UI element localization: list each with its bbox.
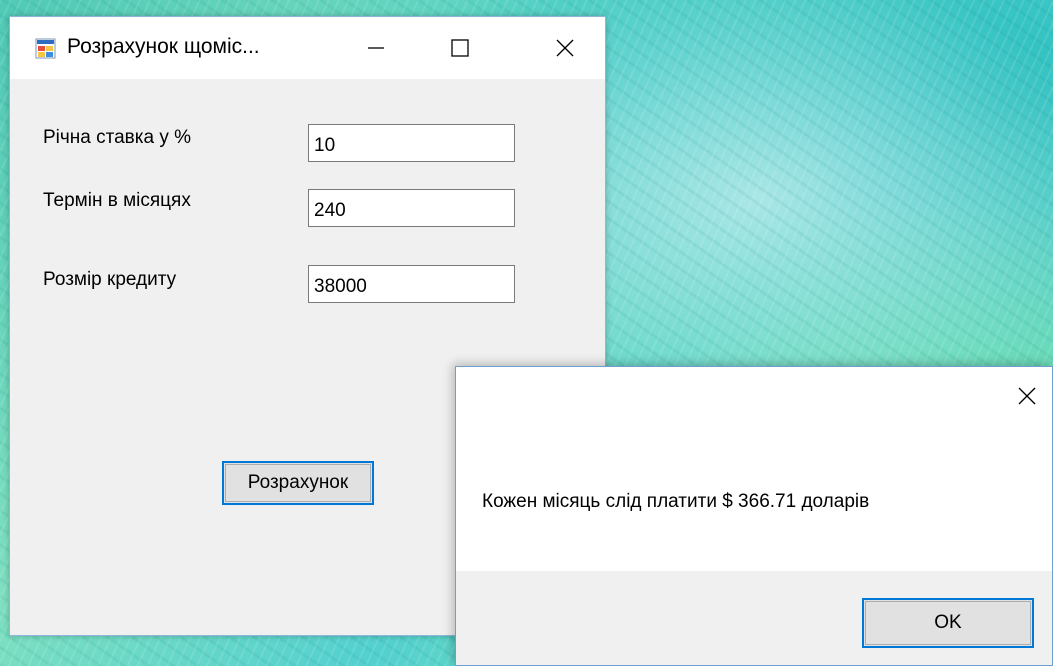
loan-amount-input[interactable]: [308, 265, 515, 303]
ok-button-label: OK: [865, 601, 1031, 645]
message-text: Кожен місяць слід платити $ 366.71 долар…: [482, 491, 870, 512]
loan-amount-label: Розмір кредиту: [43, 269, 177, 290]
message-box-close-button[interactable]: [1000, 367, 1053, 425]
message-box-footer: OK: [456, 571, 1052, 665]
title-bar[interactable]: Розрахунок щоміс...: [10, 17, 605, 79]
close-icon: [1018, 387, 1036, 405]
ok-button[interactable]: OK: [862, 598, 1034, 648]
close-icon: [556, 39, 574, 57]
minimize-icon: [368, 47, 384, 49]
app-form-icon: [35, 38, 56, 59]
minimize-button[interactable]: [346, 17, 406, 79]
annual-rate-label: Річна ставка у %: [43, 127, 192, 148]
maximize-button[interactable]: [430, 17, 490, 79]
annual-rate-input[interactable]: [308, 124, 515, 162]
calculate-button[interactable]: Розрахунок: [222, 461, 374, 505]
window-title: Розрахунок щоміс...: [67, 35, 260, 58]
calculate-button-label: Розрахунок: [225, 464, 371, 502]
maximize-icon: [451, 39, 469, 57]
close-button[interactable]: [535, 17, 595, 79]
term-months-input[interactable]: [308, 189, 515, 227]
message-box: Кожен місяць слід платити $ 366.71 долар…: [455, 366, 1053, 666]
term-months-label: Термін в місяцях: [43, 190, 191, 211]
